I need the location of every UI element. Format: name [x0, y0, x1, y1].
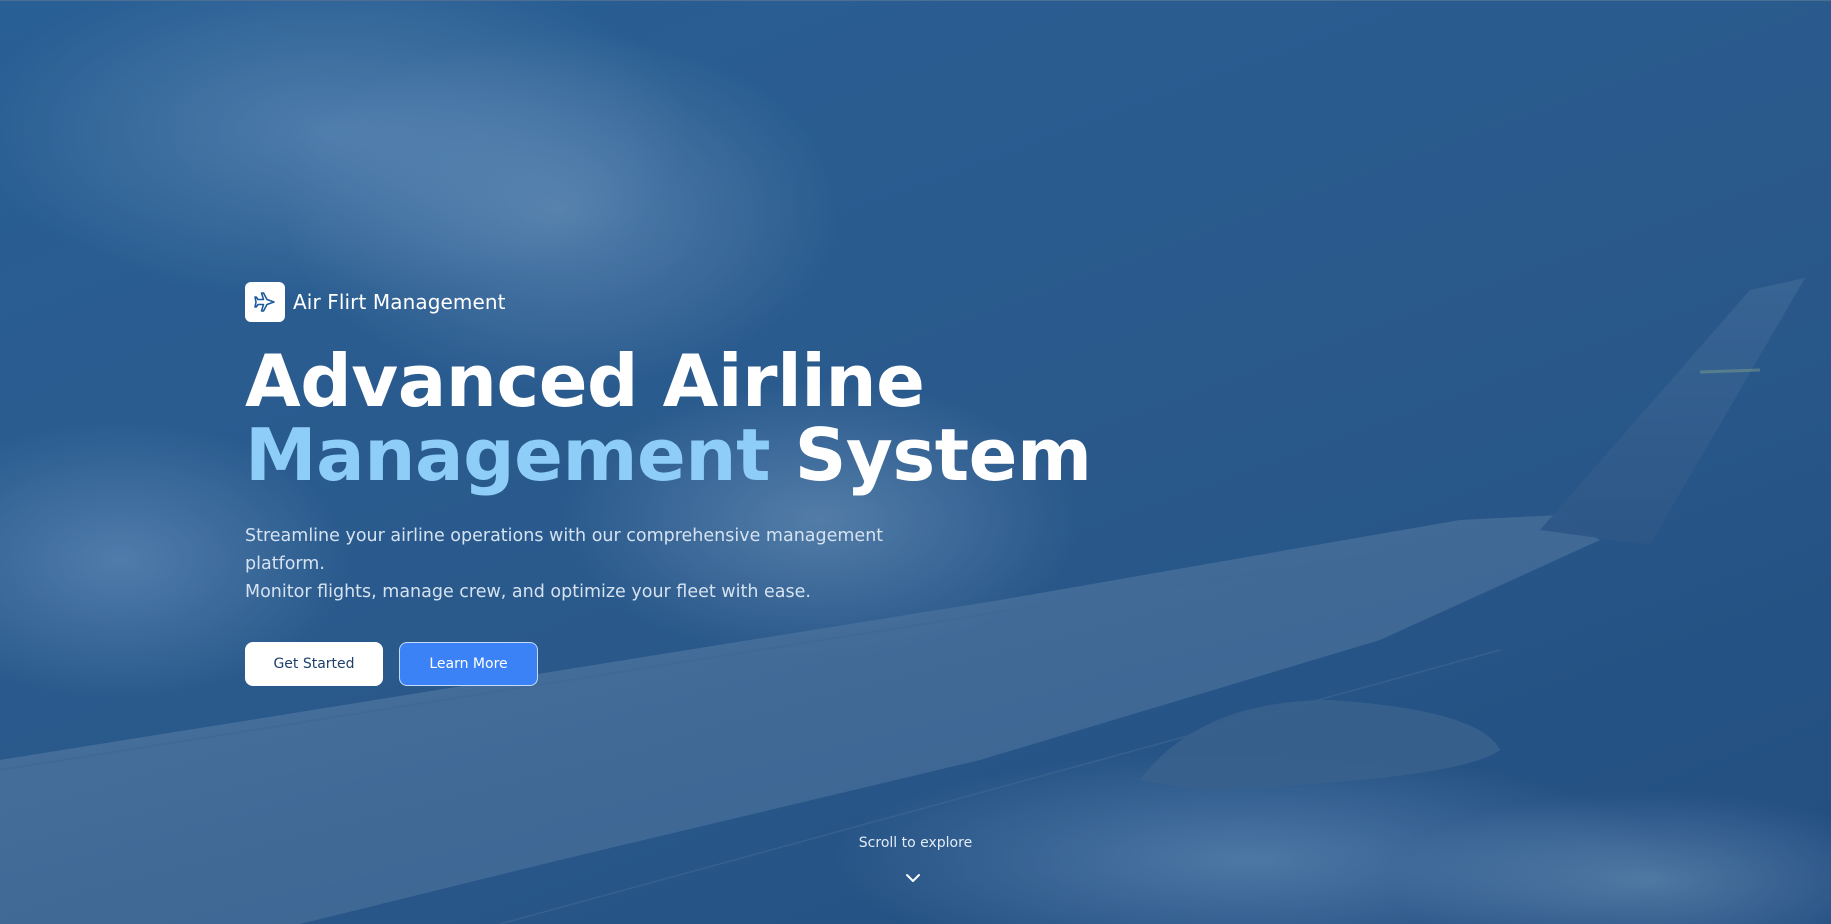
get-started-button[interactable]: Get Started — [245, 642, 383, 686]
airplane-icon — [254, 292, 275, 312]
hero-headline: Advanced Airline Management System — [245, 344, 1092, 492]
chevron-down-icon[interactable] — [904, 872, 922, 884]
headline-line2: System — [794, 413, 1092, 497]
scroll-hint[interactable]: Scroll to explore — [0, 835, 1831, 851]
tagline-line1: Streamline your airline operations with … — [245, 526, 884, 574]
brand: Air Flirt Management — [245, 282, 1045, 322]
tagline-line2: Monitor flights, manage crew, and optimi… — [245, 582, 811, 602]
hero-tagline: Streamline your airline operations with … — [245, 522, 965, 606]
headline-line1: Advanced Airline — [245, 339, 925, 423]
brand-logo[interactable] — [245, 282, 285, 322]
brand-name[interactable]: Air Flirt Management — [293, 290, 506, 314]
learn-more-button[interactable]: Learn More — [399, 642, 538, 686]
hero-actions: Get Started Learn More — [245, 642, 1045, 686]
hero-section: Air Flirt Management Advanced Airline Ma… — [0, 0, 1831, 924]
headline-accent: Management — [245, 413, 770, 497]
hero-content: Air Flirt Management Advanced Airline Ma… — [245, 282, 1092, 686]
top-border — [0, 0, 1831, 1]
